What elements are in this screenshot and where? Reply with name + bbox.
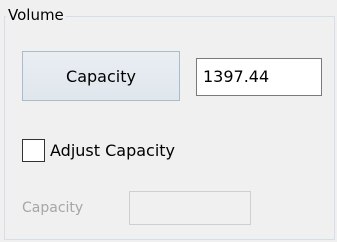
adjust-capacity-label[interactable]: Adjust Capacity [50, 141, 175, 160]
adjusted-capacity-label: Capacity [22, 200, 84, 216]
capacity-value-field[interactable]: 1397.44 [196, 58, 322, 96]
capacity-button-label: Capacity [66, 66, 136, 86]
adjust-capacity-checkbox-row[interactable]: Adjust Capacity [22, 139, 175, 162]
adjusted-capacity-input [129, 191, 251, 225]
adjust-capacity-checkbox[interactable] [22, 139, 45, 162]
volume-group-title: Volume [6, 6, 66, 24]
capacity-button[interactable]: Capacity [22, 51, 180, 101]
